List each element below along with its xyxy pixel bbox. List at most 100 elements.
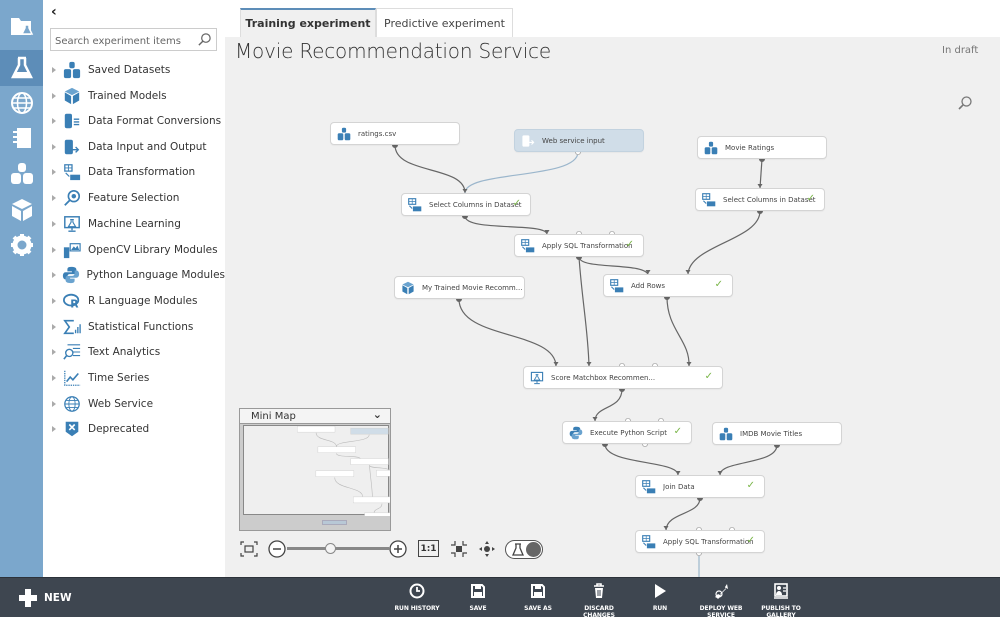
module-node-wsi[interactable]: Web service input — [514, 129, 644, 152]
palette-item-time-series[interactable]: Time Series — [43, 367, 225, 389]
rail-item-experiments[interactable] — [0, 50, 43, 86]
module-node-selcol1[interactable]: Select Columns in Dataset ✓ — [401, 193, 531, 216]
module-node-selcol2[interactable]: Select Columns in Dataset ✓ — [695, 188, 825, 211]
expand-triangle-icon[interactable] — [52, 93, 56, 99]
palette-item-text-analytics[interactable]: Text Analytics — [43, 341, 225, 363]
check-icon: ✓ — [806, 193, 815, 204]
edge-join-sql2 — [665, 497, 701, 531]
chevron-down-icon[interactable]: ⌄ — [373, 408, 382, 421]
flask-icon — [10, 56, 33, 79]
run-mode-toggle[interactable] — [505, 540, 543, 559]
palette-item-trained-models[interactable]: Trained Models — [43, 85, 225, 107]
expand-triangle-icon[interactable] — [52, 247, 56, 253]
sigma-icon — [62, 317, 82, 337]
edge-imdb-join — [719, 444, 778, 476]
palette-item-machine-learning[interactable]: Machine Learning — [43, 213, 225, 235]
module-node-sql2[interactable]: Apply SQL Transformation ✓ — [635, 530, 765, 553]
new-button-label: NEW — [44, 592, 72, 604]
expand-triangle-icon[interactable] — [52, 118, 56, 124]
expand-triangle-icon[interactable] — [52, 324, 56, 330]
rail-item-notebooks[interactable] — [0, 120, 43, 156]
palette-item-deprecated[interactable]: Deprecated — [43, 418, 225, 440]
palette-item-label: Trained Models — [88, 90, 167, 102]
collapse-palette-button[interactable]: ‹ — [51, 4, 57, 20]
palette-item-label: Deprecated — [88, 423, 150, 435]
module-node-ratings[interactable]: ratings.csv — [330, 122, 460, 145]
palette-item-data-input-and-output[interactable]: Data Input and Output — [43, 136, 225, 158]
new-button[interactable]: NEW — [18, 587, 72, 609]
module-node-imdb[interactable]: IMDB Movie Titles — [712, 422, 842, 445]
center-selection-button[interactable] — [450, 540, 468, 558]
pan-icon — [479, 541, 495, 557]
expand-triangle-icon[interactable] — [52, 195, 56, 201]
module-node-score[interactable]: Score Matchbox Recommen... ✓ — [523, 366, 723, 389]
command-label: SAVE — [469, 605, 487, 612]
mini-map-node — [376, 470, 415, 477]
palette-item-saved-datasets[interactable]: Saved Datasets — [43, 59, 225, 81]
palette-item-python-language-modules[interactable]: Python Language Modules — [43, 264, 225, 286]
actual-size-button[interactable]: 1:1 — [418, 540, 439, 557]
command-save-button[interactable]: SAVE — [448, 583, 508, 612]
rail-item-projects[interactable] — [0, 8, 43, 44]
palette-item-feature-selection[interactable]: Feature Selection — [43, 187, 225, 209]
command-run-button[interactable]: RUN — [630, 583, 690, 612]
rail-item-trained-models[interactable] — [0, 192, 43, 228]
nav-rail — [0, 0, 43, 577]
expand-triangle-icon[interactable] — [52, 349, 56, 355]
check-icon: ✓ — [714, 279, 723, 290]
expand-triangle-icon[interactable] — [52, 221, 56, 227]
expand-triangle-icon[interactable] — [52, 169, 56, 175]
module-node-trained[interactable]: My Trained Movie Recomm... — [394, 276, 525, 299]
command-run-history-button[interactable]: RUN HISTORY — [387, 583, 447, 612]
search-icon[interactable] — [197, 32, 212, 47]
module-node-movieratings[interactable]: Movie Ratings — [697, 136, 827, 159]
mini-map-header[interactable]: Mini Map ⌄ — [240, 408, 390, 424]
command-label: RUN — [652, 605, 668, 612]
deprecated-icon — [62, 419, 82, 439]
module-node-python[interactable]: Execute Python Script ✓ — [562, 421, 692, 444]
experiment-title[interactable]: Movie Recommendation Service — [235, 39, 551, 63]
command-publish-to-gallery-button[interactable]: PUBLISH TO GALLERY — [751, 583, 811, 617]
canvas-search-icon[interactable] — [957, 95, 973, 111]
module-node-label: Movie Ratings — [725, 143, 775, 152]
palette-search-input[interactable] — [51, 31, 191, 52]
zoom-slider-track[interactable] — [287, 547, 389, 550]
palette-item-r-language-modules[interactable]: R R Language Modules — [43, 290, 225, 312]
rail-item-web-services[interactable] — [0, 85, 43, 121]
module-node-addrows[interactable]: Add Rows ✓ — [603, 274, 733, 297]
module-node-join[interactable]: Join Data ✓ — [635, 475, 765, 498]
palette-item-statistical-functions[interactable]: Statistical Functions — [43, 316, 225, 338]
rail-item-datasets[interactable] — [0, 156, 43, 192]
palette-item-web-service[interactable]: Web Service — [43, 393, 225, 415]
zoom-slider-thumb[interactable] — [324, 543, 336, 554]
expand-triangle-icon[interactable] — [52, 67, 56, 73]
trained-model-icon — [401, 281, 415, 295]
edge-python-join — [604, 443, 679, 476]
command-save-as-button[interactable]: SAVE AS — [508, 583, 568, 612]
zoom-in-button[interactable] — [389, 540, 407, 558]
command-discard-changes-button[interactable]: DISCARD CHANGES — [569, 583, 629, 617]
palette-item-opencv-library-modules[interactable]: OpenCV Library Modules — [43, 239, 225, 261]
expand-triangle-icon[interactable] — [52, 375, 56, 381]
palette-item-data-transformation[interactable]: Data Transformation — [43, 161, 225, 183]
mini-map-viewport[interactable] — [243, 425, 446, 559]
command-deploy-web-service-button[interactable]: DEPLOY WEB SERVICE — [691, 583, 751, 617]
tab-predictive-experiment[interactable]: Predictive experiment — [376, 8, 513, 37]
expand-triangle-icon[interactable] — [52, 426, 56, 432]
command-label: RUN HISTORY — [394, 605, 440, 612]
zoom-out-button[interactable] — [268, 540, 286, 558]
expand-triangle-icon[interactable] — [52, 298, 56, 304]
rail-item-settings[interactable] — [0, 227, 43, 263]
palette-item-data-format-conversions[interactable]: Data Format Conversions — [43, 110, 225, 132]
ml-studio-app: ‹ Saved Datasets Trained Models Data For… — [0, 0, 1000, 617]
pan-button[interactable] — [478, 540, 496, 558]
edge-movieratings-selcol2 — [759, 158, 763, 189]
plus-icon — [19, 589, 37, 607]
expand-triangle-icon[interactable] — [52, 401, 56, 407]
tab-training-experiment[interactable]: Training experiment — [240, 8, 376, 37]
expand-triangle-icon[interactable] — [52, 272, 56, 278]
module-node-sql1[interactable]: Apply SQL Transformation ✓ — [514, 234, 644, 257]
expand-triangle-icon[interactable] — [52, 144, 56, 150]
fit-screen-button[interactable] — [240, 541, 258, 557]
palette-item-label: Statistical Functions — [88, 321, 194, 333]
